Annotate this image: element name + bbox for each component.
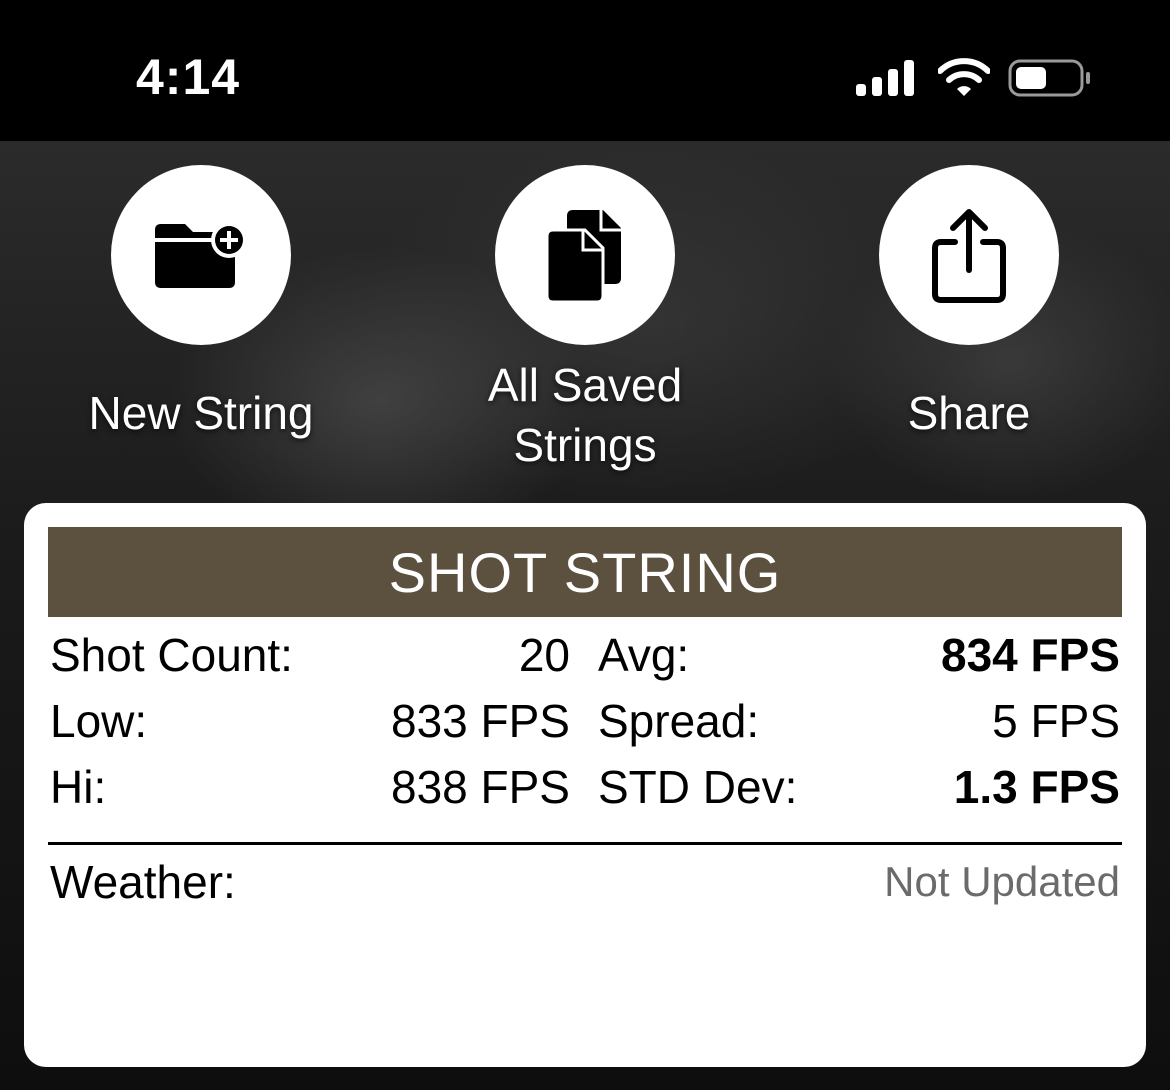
wifi-icon <box>938 58 990 96</box>
all-saved-strings-action: All Saved Strings <box>435 165 735 475</box>
signal-icon <box>856 60 914 96</box>
avg-value: 834 FPS <box>941 629 1120 681</box>
app-screen: 4:14 New String All Saved Strings Share … <box>0 0 1170 1090</box>
all-saved-strings-label: All Saved Strings <box>487 359 683 471</box>
card-header: SHOT STRING <box>48 527 1122 617</box>
documents-icon <box>545 209 621 303</box>
spread-label: Spread: <box>598 695 760 747</box>
hi-label: Hi: <box>50 761 107 813</box>
weather-value[interactable]: Not Updated <box>884 858 1120 906</box>
avg-label: Avg: <box>598 629 690 681</box>
all-saved-strings-button[interactable] <box>495 165 675 345</box>
share-label: Share <box>907 387 1031 439</box>
divider <box>48 842 1122 845</box>
std-dev-label: STD Dev: <box>598 761 798 813</box>
battery-icon <box>1008 59 1090 97</box>
shot-count-label: Shot Count: <box>50 629 293 681</box>
weather-label: Weather: <box>50 856 236 908</box>
hi-value: 838 FPS <box>391 761 570 813</box>
status-time: 4:14 <box>136 49 241 105</box>
status-bar: 4:14 <box>0 0 1170 141</box>
share-icon <box>932 208 1006 303</box>
low-value: 833 FPS <box>391 695 570 747</box>
low-label: Low: <box>50 695 148 747</box>
std-dev-value: 1.3 FPS <box>953 761 1120 813</box>
new-folder-icon <box>155 222 247 288</box>
shot-count-value: 20 <box>518 629 570 681</box>
share-button[interactable] <box>879 165 1059 345</box>
new-string-label: New String <box>88 387 314 439</box>
shot-string-card: SHOT STRING Shot Count: 20 Low: 833 FPS … <box>24 503 1146 1067</box>
new-string-button[interactable] <box>111 165 291 345</box>
spread-value: 5 FPS <box>992 695 1120 747</box>
share-action: Share <box>819 165 1119 443</box>
new-string-action: New String <box>51 165 351 443</box>
